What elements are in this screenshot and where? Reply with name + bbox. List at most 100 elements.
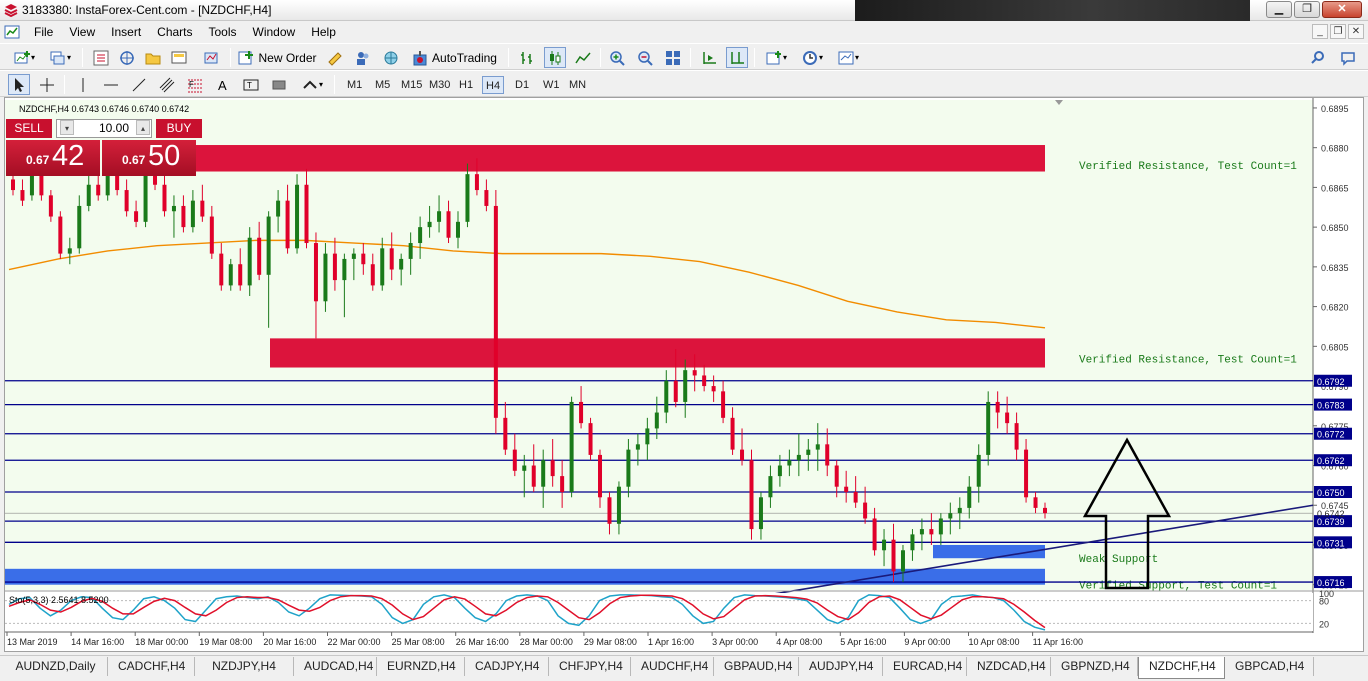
chart-tab[interactable]: CHFJPY,H4 xyxy=(549,657,631,676)
chart-tab[interactable]: EURCAD,H4 xyxy=(883,657,967,676)
x-tick-label: 19 Mar 08:00 xyxy=(199,637,252,647)
chart-tab[interactable]: EURNZD,H4 xyxy=(377,657,465,676)
fibonacci-button[interactable]: F xyxy=(184,74,206,95)
resistance-zone-label: Verified Resistance, Test Count=1 xyxy=(1079,354,1297,366)
zoom-in-button[interactable] xyxy=(606,47,628,68)
chart-tab[interactable]: AUDCHF,H4 xyxy=(631,657,714,676)
chart-window-icon[interactable] xyxy=(4,24,20,40)
autotrading-button[interactable]: AutoTrading xyxy=(408,47,500,68)
bullish-candle xyxy=(616,486,621,524)
lot-increase-button[interactable]: ▴ xyxy=(136,120,150,135)
mdi-restore-button[interactable]: ❐ xyxy=(1330,24,1346,39)
chart-tab[interactable]: AUDJPY,H4 xyxy=(799,657,883,676)
y-tick-label: 0.6865 xyxy=(1321,183,1349,193)
vertical-line-button[interactable] xyxy=(72,74,94,95)
timeframe-m5[interactable]: M5 xyxy=(372,76,393,94)
close-button[interactable]: ✕ xyxy=(1322,1,1362,18)
timeframe-m1[interactable]: M1 xyxy=(344,76,365,94)
indicators-button[interactable]: ▾ xyxy=(760,47,792,68)
chart-shift-button[interactable] xyxy=(726,47,748,68)
timeframe-h1[interactable]: H1 xyxy=(456,76,476,94)
sell-price[interactable]: 0.67 42 xyxy=(6,140,100,176)
buy-price[interactable]: 0.67 50 xyxy=(102,140,196,176)
lot-decrease-button[interactable]: ▾ xyxy=(60,120,74,135)
x-tick-label: 26 Mar 16:00 xyxy=(456,637,509,647)
arrows-button[interactable]: ▾ xyxy=(296,74,328,95)
chart-tab[interactable]: AUDCAD,H4 xyxy=(294,657,377,676)
new-chart-button[interactable]: ▾ xyxy=(8,47,40,68)
trendline-icon xyxy=(132,78,146,91)
chart-tab[interactable]: GBPAUD,H4 xyxy=(714,657,799,676)
chart-tab[interactable]: GBPCAD,H4 xyxy=(1225,657,1314,676)
menu-file[interactable]: File xyxy=(26,21,61,43)
expert-advisors-button[interactable] xyxy=(324,47,346,68)
trendline-button[interactable] xyxy=(128,74,150,95)
market-button[interactable] xyxy=(380,47,402,68)
timeframe-w1[interactable]: W1 xyxy=(540,76,563,94)
candlestick-chart-button[interactable] xyxy=(544,47,566,68)
strategy-tester-button[interactable] xyxy=(196,47,226,68)
menu-insert[interactable]: Insert xyxy=(103,21,149,43)
bearish-candle xyxy=(749,460,754,530)
bearish-candle xyxy=(209,216,214,254)
timeframe-d1[interactable]: D1 xyxy=(512,76,532,94)
navigator-button[interactable] xyxy=(116,47,138,68)
menu-charts[interactable]: Charts xyxy=(149,21,200,43)
signals-button[interactable] xyxy=(352,47,374,68)
new-order-button[interactable]: New Order xyxy=(236,47,318,68)
bar-chart-button[interactable] xyxy=(516,47,538,68)
bullish-candle xyxy=(228,264,233,286)
minimize-button[interactable]: ▁ xyxy=(1266,1,1292,18)
channel-button[interactable] xyxy=(156,74,178,95)
chart-tab[interactable]: NZDJPY,H4 xyxy=(195,657,294,676)
chart-tab[interactable]: NZDCAD,H4 xyxy=(967,657,1051,676)
chart-window[interactable]: 0.6895 0.6880 0.6865 0.6850 0.6835 0.6820 0.68… xyxy=(4,97,1364,652)
templates-button[interactable]: ▾ xyxy=(832,47,864,68)
sell-button[interactable]: SELL xyxy=(6,119,52,138)
cursor-button[interactable] xyxy=(8,74,30,95)
bullish-candle xyxy=(541,460,546,487)
rectangle-button[interactable] xyxy=(268,74,290,95)
menu-view[interactable]: View xyxy=(61,21,103,43)
x-tick-label: 13 Mar 2019 xyxy=(7,637,58,647)
timeframe-mn[interactable]: MN xyxy=(566,76,589,94)
menu-help[interactable]: Help xyxy=(303,21,344,43)
text-label-button[interactable]: T xyxy=(240,74,262,95)
chart-tab[interactable]: CADJPY,H4 xyxy=(465,657,549,676)
price-chart[interactable]: 0.6895 0.6880 0.6865 0.6850 0.6835 0.6820 0.68… xyxy=(5,98,1363,651)
terminal-button[interactable] xyxy=(168,47,190,68)
data-window-button[interactable] xyxy=(142,47,164,68)
buy-button[interactable]: BUY xyxy=(156,119,202,138)
menu-tools[interactable]: Tools xyxy=(201,21,245,43)
svg-text:A: A xyxy=(218,78,227,93)
horizontal-line-icon xyxy=(104,84,118,85)
crosshair-button[interactable] xyxy=(36,74,58,95)
mdi-minimize-button[interactable]: _ xyxy=(1312,24,1328,39)
auto-scroll-button[interactable] xyxy=(698,47,720,68)
stochastic-plot-area xyxy=(5,593,1313,631)
vertical-line-icon xyxy=(82,77,84,92)
timeframe-m30[interactable]: M30 xyxy=(426,76,453,94)
chat-button[interactable] xyxy=(1338,47,1358,68)
text-button[interactable]: A xyxy=(212,74,234,95)
line-chart-button[interactable] xyxy=(572,47,594,68)
periods-button[interactable]: ▾ xyxy=(796,47,828,68)
mdi-close-button[interactable]: ✕ xyxy=(1348,24,1364,39)
chart-tab[interactable]: CADCHF,H4 xyxy=(108,657,195,676)
chart-tab[interactable]: GBPNZD,H4 xyxy=(1051,657,1138,676)
bearish-candle xyxy=(48,195,53,217)
bearish-candle xyxy=(304,184,309,244)
zoom-out-button[interactable] xyxy=(634,47,656,68)
tile-windows-button[interactable] xyxy=(662,47,684,68)
x-tick-label: 3 Apr 00:00 xyxy=(712,637,758,647)
market-watch-button[interactable] xyxy=(90,47,112,68)
chart-tab[interactable]: NZDCHF,H4 xyxy=(1138,657,1225,679)
chart-tab[interactable]: AUDNZD,Daily xyxy=(4,657,108,676)
profiles-button[interactable]: ▾ xyxy=(44,47,76,68)
search-button[interactable] xyxy=(1308,47,1328,68)
horizontal-line-button[interactable] xyxy=(100,74,122,95)
menu-window[interactable]: Window xyxy=(245,21,304,43)
timeframe-m15[interactable]: M15 xyxy=(398,76,425,94)
maximize-button[interactable]: ❐ xyxy=(1294,1,1320,18)
timeframe-h4[interactable]: H4 xyxy=(482,76,505,94)
